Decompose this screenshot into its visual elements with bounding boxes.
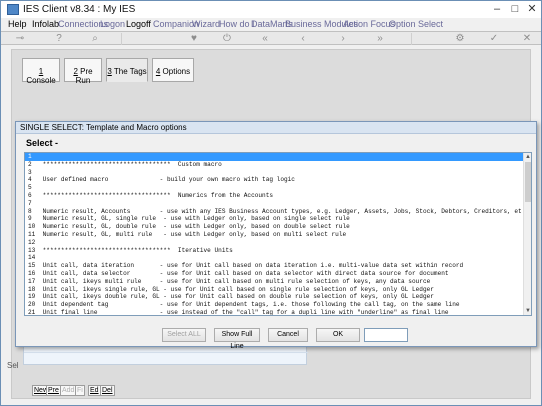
- forward-icon[interactable]: ›: [337, 33, 349, 44]
- close-icon[interactable]: ✕: [521, 33, 533, 44]
- option-line[interactable]: 19 Unit call, ikeys double rule, GL - us…: [25, 293, 525, 301]
- scroll-up-icon[interactable]: ▲: [524, 153, 531, 161]
- help-icon[interactable]: ?: [53, 33, 65, 44]
- tab-label: Options: [160, 67, 191, 76]
- option-line[interactable]: 8 Numeric result, Accounts - use with an…: [25, 208, 525, 216]
- selection-value-field[interactable]: [364, 328, 408, 342]
- add-button[interactable]: Add: [60, 385, 77, 396]
- menu-wizard[interactable]: Wizard: [192, 19, 220, 29]
- scroll-down-icon[interactable]: ▼: [524, 307, 531, 315]
- option-line[interactable]: 3: [25, 169, 525, 177]
- tab-options[interactable]: 4 Options: [152, 58, 194, 82]
- dialog-title: SINGLE SELECT: Template and Macro option…: [20, 123, 187, 132]
- title-bar: IES Client v8.34 : My IES – □ ✕: [1, 1, 541, 18]
- options-listbox[interactable]: 12 *********************************** C…: [24, 152, 532, 316]
- options-list: 12 *********************************** C…: [25, 153, 525, 315]
- menu-bar: Help Infolab Connections Logon Logoff Co…: [1, 18, 541, 31]
- window-title: IES Client v8.34 : My IES: [23, 4, 136, 15]
- check-icon[interactable]: ✓: [488, 33, 500, 44]
- previous-button[interactable]: Pre: [46, 385, 61, 396]
- option-line[interactable]: 20 Unit dependent tag - use for Unit dep…: [25, 301, 525, 309]
- minimize-button[interactable]: –: [491, 3, 503, 15]
- option-line[interactable]: 7: [25, 200, 525, 208]
- option-line[interactable]: 16 Unit call, data selector - use for Un…: [25, 270, 525, 278]
- power-icon[interactable]: ⏻: [221, 33, 233, 44]
- tab-label: Console: [26, 76, 56, 85]
- option-line[interactable]: 4 User defined macro - build your own ma…: [25, 176, 525, 184]
- heart-icon[interactable]: ♥: [188, 33, 200, 44]
- menu-logoff[interactable]: Logoff: [126, 19, 151, 29]
- option-line[interactable]: 21 Unit final line - use instead of the …: [25, 309, 525, 315]
- dialog-title-bar: SINGLE SELECT: Template and Macro option…: [16, 122, 536, 134]
- option-line[interactable]: 1: [25, 153, 525, 161]
- ok-button[interactable]: OK: [316, 328, 360, 342]
- settings-icon[interactable]: ⚙: [454, 33, 466, 44]
- grid-row: [24, 352, 308, 353]
- scroll-thumb[interactable]: [525, 162, 531, 202]
- tab-label: Pre Run: [75, 67, 93, 85]
- rewind-icon[interactable]: «: [259, 33, 271, 44]
- search-icon[interactable]: ⌕: [89, 33, 101, 44]
- option-line[interactable]: 14: [25, 254, 525, 262]
- key-icon[interactable]: ⊸: [11, 33, 29, 44]
- single-select-dialog: SINGLE SELECT: Template and Macro option…: [15, 121, 537, 350]
- cancel-button[interactable]: Cancel: [268, 328, 308, 342]
- menu-help[interactable]: Help: [8, 19, 27, 29]
- selection-label: Sel: [7, 361, 19, 370]
- option-line[interactable]: 17 Unit call, ikeys multi rule - use for…: [25, 278, 525, 286]
- tab-key: 1: [38, 67, 44, 76]
- option-line[interactable]: 18 Unit call, ikeys single rule, GL - us…: [25, 286, 525, 294]
- toolbar-separator: [121, 33, 122, 45]
- option-line[interactable]: 5: [25, 184, 525, 192]
- option-line[interactable]: 9 Numeric result, GL, single rule - use …: [25, 215, 525, 223]
- select-all-button[interactable]: Select ALL: [162, 328, 206, 342]
- toolbar-separator: [411, 33, 412, 45]
- menu-infolab[interactable]: Infolab: [32, 19, 59, 29]
- maximize-button[interactable]: □: [509, 3, 521, 15]
- menu-logon[interactable]: Logon: [100, 19, 125, 29]
- tab-console[interactable]: 1 Console: [22, 58, 60, 85]
- tab-label: The Tags: [111, 67, 147, 76]
- vertical-scrollbar[interactable]: ▲ ▼: [523, 153, 531, 315]
- select-heading: Select -: [26, 138, 59, 148]
- option-line[interactable]: 11 Numeric result, GL, multi rule - use …: [25, 231, 525, 239]
- menu-option-select[interactable]: Option Select: [389, 19, 443, 29]
- app-icon: [7, 4, 19, 15]
- app-window: IES Client v8.34 : My IES – □ ✕ Help Inf…: [0, 0, 542, 406]
- toolbar: ⊸ ? ⌕ ♥ ⏻ « ‹ › » ⚙ ✓ ✕: [1, 31, 541, 45]
- fast-forward-icon[interactable]: »: [374, 33, 386, 44]
- option-line[interactable]: 2 *********************************** Cu…: [25, 161, 525, 169]
- edit-button[interactable]: Ed: [88, 385, 101, 396]
- option-line[interactable]: 6 *********************************** Nu…: [25, 192, 525, 200]
- option-line[interactable]: 13 *********************************** I…: [25, 247, 525, 255]
- tab-the-tags[interactable]: 3 The Tags: [106, 58, 148, 82]
- show-full-line-button[interactable]: Show Full Line: [214, 328, 260, 350]
- tab-pre-run[interactable]: 2 Pre Run: [64, 58, 102, 85]
- close-window-button[interactable]: ✕: [526, 3, 538, 15]
- find-button[interactable]: Fi: [75, 385, 85, 396]
- menu-how-do-i[interactable]: How do I: [219, 19, 255, 29]
- option-line[interactable]: 10 Numeric result, GL, double rule - use…: [25, 223, 525, 231]
- option-line[interactable]: 12: [25, 239, 525, 247]
- option-line[interactable]: 15 Unit call, data iteration - use for U…: [25, 262, 525, 270]
- menu-action-focus[interactable]: Action Focus: [343, 19, 395, 29]
- delete-button[interactable]: Del: [100, 385, 115, 396]
- back-icon[interactable]: ‹: [297, 33, 309, 44]
